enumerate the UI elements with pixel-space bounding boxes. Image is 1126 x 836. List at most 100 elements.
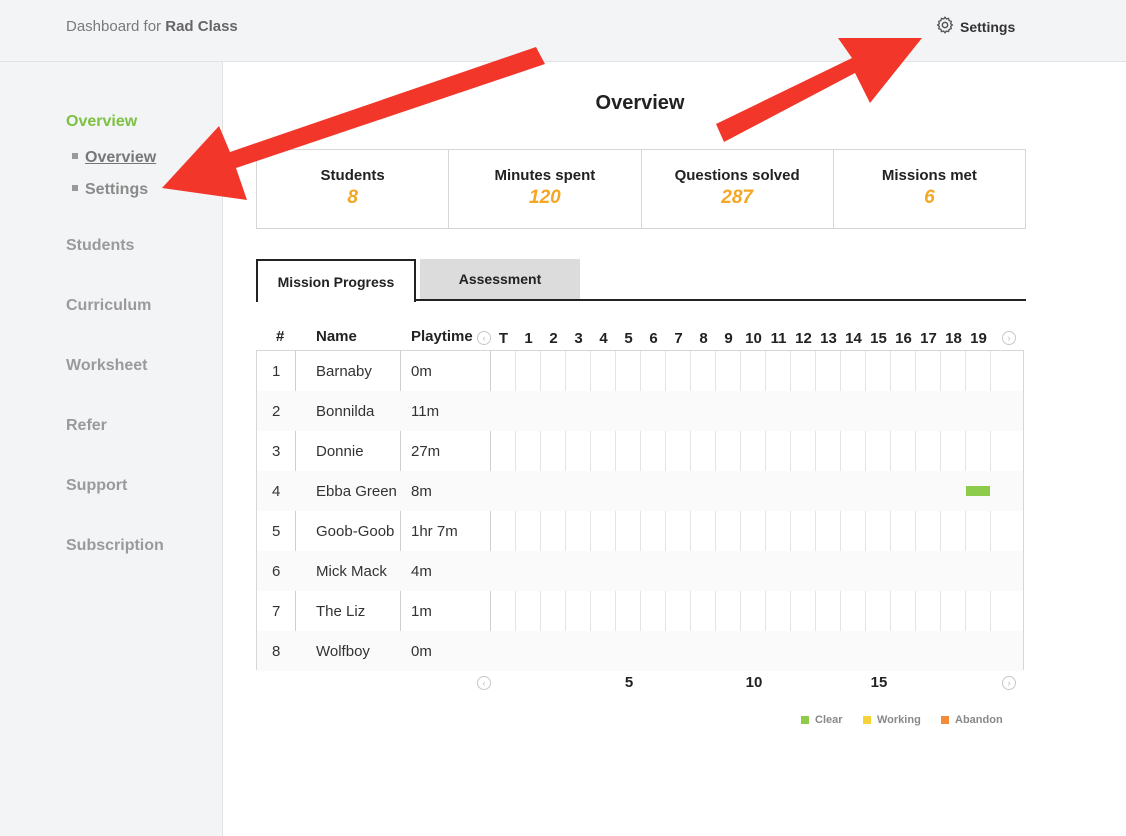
row-number: 1 bbox=[272, 363, 281, 380]
mission-column-header: 10 bbox=[745, 330, 762, 347]
mission-column-header: 3 bbox=[574, 330, 583, 347]
stat-value: 8 bbox=[347, 187, 358, 208]
playtime: 27m bbox=[411, 443, 441, 460]
dashboard-brand: Dashboard for Rad Class bbox=[66, 18, 238, 35]
sidebar-item-support[interactable]: Support bbox=[66, 477, 127, 495]
row-number: 7 bbox=[272, 603, 281, 620]
class-name: Rad Class bbox=[165, 18, 238, 35]
progress-bar bbox=[966, 486, 990, 496]
sidebar-item-overview[interactable]: Overview bbox=[66, 113, 137, 131]
mission-column-header: 13 bbox=[820, 330, 837, 347]
stat-students: Students 8 bbox=[257, 150, 450, 228]
mission-column-header: 4 bbox=[599, 330, 608, 347]
sidebar-item-subscription[interactable]: Subscription bbox=[66, 537, 164, 555]
stat-label: Students bbox=[320, 167, 385, 184]
student-name: Barnaby bbox=[316, 363, 372, 380]
table-row[interactable]: 8 Wolfboy 0m bbox=[257, 631, 1023, 671]
bullet-icon bbox=[72, 152, 78, 159]
student-name: Ebba Green bbox=[316, 483, 397, 500]
legend-clear: Clear bbox=[801, 714, 843, 726]
stats-panel: Students 8 Minutes spent 120 Questions s… bbox=[256, 149, 1026, 229]
bullet-icon bbox=[72, 184, 78, 191]
sidebar-item-students[interactable]: Students bbox=[66, 237, 134, 255]
settings-label: Settings bbox=[960, 18, 1016, 35]
table-row[interactable]: 6 Mick Mack 4m bbox=[257, 551, 1023, 591]
playtime: 1hr 7m bbox=[411, 523, 458, 540]
mission-column-header: 8 bbox=[699, 330, 708, 347]
stat-value: 6 bbox=[924, 187, 935, 208]
mission-progress-table: 1 Barnaby 0m 2 Bonnilda 11m 3 Donnie 27m 4 Ebba Gr… bbox=[256, 350, 1024, 671]
stat-label: Minutes spent bbox=[494, 167, 596, 184]
playtime: 8m bbox=[411, 483, 432, 500]
subnav-item-settings[interactable]: Settings bbox=[72, 181, 148, 199]
mission-column-header: T bbox=[498, 330, 509, 347]
row-number: 4 bbox=[272, 483, 281, 500]
row-number: 5 bbox=[272, 523, 281, 540]
legend-abandon: Abandon bbox=[941, 714, 1003, 726]
sidebar-item-worksheet[interactable]: Worksheet bbox=[66, 357, 148, 375]
student-name: Donnie bbox=[316, 443, 364, 460]
stat-value: 287 bbox=[721, 187, 753, 208]
brand-prefix: Dashboard for bbox=[66, 18, 162, 35]
row-number: 8 bbox=[272, 643, 281, 660]
legend-swatch bbox=[863, 716, 871, 724]
student-name: Goob-Goob bbox=[316, 523, 395, 540]
playtime: 11m bbox=[411, 403, 440, 420]
mission-column-header: 18 bbox=[945, 330, 962, 347]
legend-working: Working bbox=[863, 714, 921, 726]
footer-tick: 5 bbox=[624, 674, 634, 691]
table-row[interactable]: 5 Goob-Goob 1hr 7m bbox=[257, 511, 1023, 551]
mission-column-header: 9 bbox=[724, 330, 733, 347]
stat-questions: Questions solved 287 bbox=[642, 150, 834, 228]
playtime: 0m bbox=[411, 363, 432, 380]
mission-column-header: 17 bbox=[920, 330, 937, 347]
column-header-num: # bbox=[276, 328, 285, 345]
table-row[interactable]: 3 Donnie 27m bbox=[257, 431, 1023, 471]
legend-label: Clear bbox=[815, 714, 843, 726]
mission-column-header: 15 bbox=[870, 330, 887, 347]
student-name: The Liz bbox=[316, 603, 366, 620]
settings-link[interactable]: Settings bbox=[935, 15, 1015, 38]
row-number: 6 bbox=[272, 563, 281, 580]
subnav-label: Settings bbox=[85, 181, 149, 198]
mission-column-header: 16 bbox=[895, 330, 912, 347]
table-row[interactable]: 1 Barnaby 0m bbox=[257, 351, 1023, 391]
sidebar bbox=[0, 62, 223, 836]
tab-assessment[interactable]: Assessment bbox=[420, 259, 580, 299]
student-name: Wolfboy bbox=[316, 643, 370, 660]
top-bar: Dashboard for Rad Class Settings bbox=[0, 0, 1126, 62]
table-row[interactable]: 4 Ebba Green 8m bbox=[257, 471, 1023, 511]
row-number: 2 bbox=[272, 403, 281, 420]
tab-bar: Mission Progress Assessment bbox=[256, 259, 1026, 302]
mission-column-header: 6 bbox=[649, 330, 658, 347]
stat-value: 120 bbox=[529, 187, 561, 208]
mission-column-header: 2 bbox=[549, 330, 558, 347]
legend-label: Abandon bbox=[955, 714, 1003, 726]
column-header-playtime: Playtime bbox=[411, 328, 473, 345]
table-row[interactable]: 7 The Liz 1m bbox=[257, 591, 1023, 631]
sidebar-item-refer[interactable]: Refer bbox=[66, 417, 107, 435]
chevron-left-icon[interactable]: ‹ bbox=[477, 331, 491, 345]
stat-missions: Missions met 6 bbox=[834, 150, 1025, 228]
mission-column-header: 19 bbox=[970, 330, 987, 347]
student-name: Bonnilda bbox=[316, 403, 375, 420]
playtime: 0m bbox=[411, 643, 432, 660]
mission-column-header: 12 bbox=[795, 330, 812, 347]
footer-tick: 15 bbox=[870, 674, 888, 691]
mission-column-header: 11 bbox=[770, 330, 787, 347]
legend-swatch bbox=[801, 716, 809, 724]
chevron-right-icon[interactable]: › bbox=[1002, 676, 1016, 690]
subnav-item-overview[interactable]: Overview bbox=[72, 149, 156, 167]
table-row[interactable]: 2 Bonnilda 11m bbox=[257, 391, 1023, 431]
chevron-right-icon[interactable]: › bbox=[1002, 331, 1016, 345]
footer-tick: 10 bbox=[745, 674, 763, 691]
sidebar-item-curriculum[interactable]: Curriculum bbox=[66, 297, 151, 315]
mission-column-header: 7 bbox=[674, 330, 683, 347]
tab-mission-progress[interactable]: Mission Progress bbox=[256, 259, 416, 302]
subnav-label: Overview bbox=[85, 149, 157, 166]
stat-label: Questions solved bbox=[674, 167, 800, 184]
page-title: Overview bbox=[595, 92, 685, 114]
mission-column-header: 14 bbox=[845, 330, 862, 347]
chevron-left-icon[interactable]: ‹ bbox=[477, 676, 491, 690]
mission-column-header: 5 bbox=[624, 330, 633, 347]
